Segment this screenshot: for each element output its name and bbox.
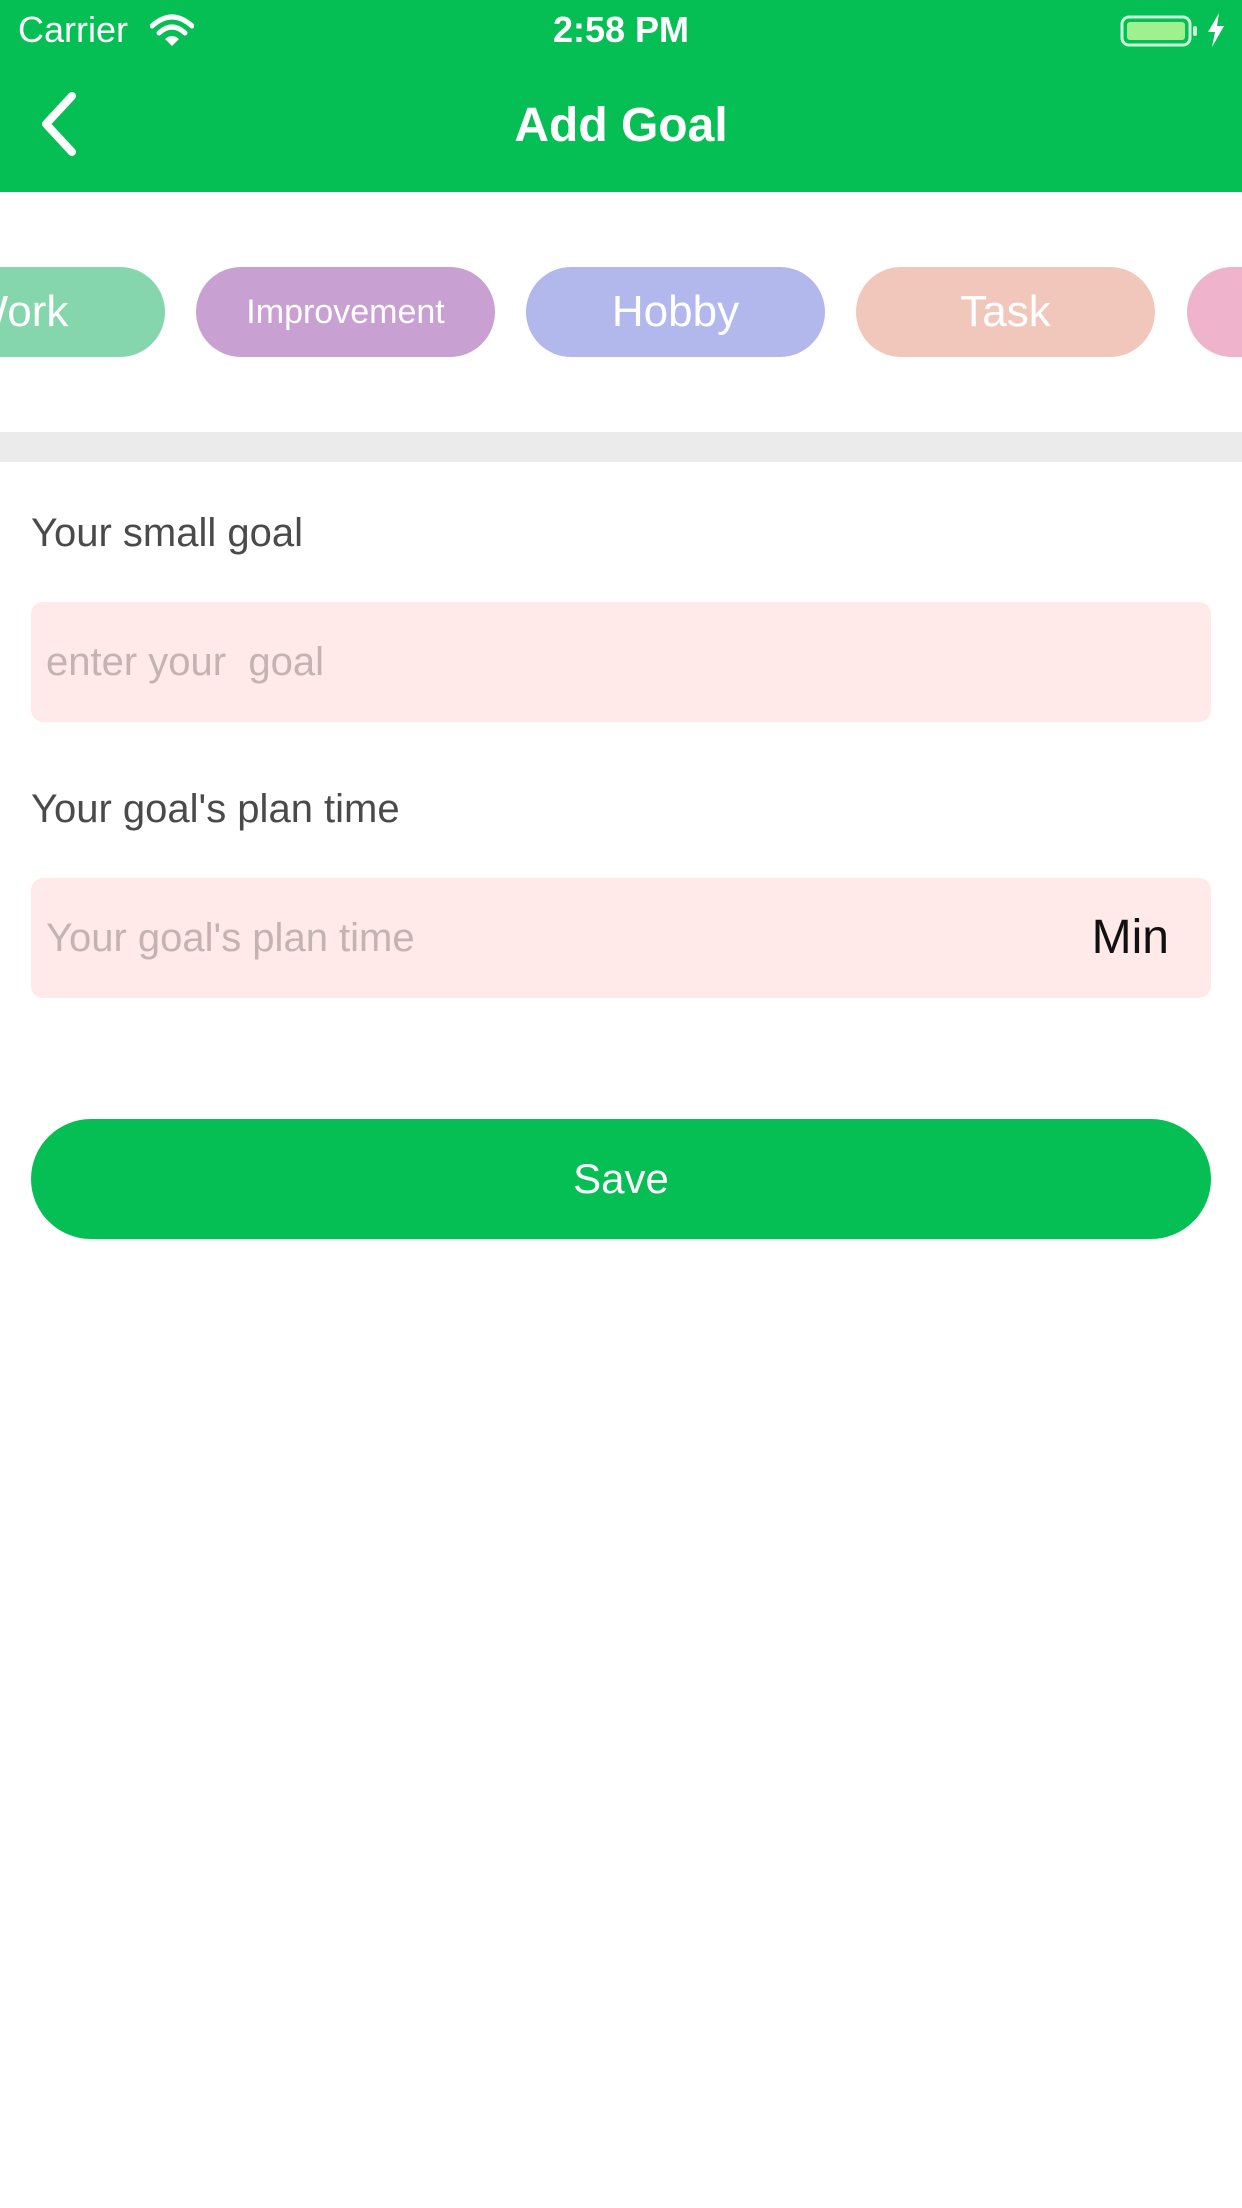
- category-chip-partial[interactable]: [1187, 267, 1242, 357]
- plan-time-label: Your goal's plan time: [31, 787, 400, 831]
- save-button[interactable]: Save: [31, 1119, 1211, 1239]
- category-label: Hobby: [611, 287, 740, 336]
- back-button[interactable]: [20, 86, 96, 162]
- section-divider: [0, 432, 1242, 462]
- category-label: Work: [0, 287, 69, 336]
- category-chip-task[interactable]: Task: [856, 267, 1155, 357]
- category-strip[interactable]: Work Improvement Hobby Task: [0, 192, 1242, 432]
- time-unit-label: Min: [1091, 911, 1169, 964]
- category-chip-improvement[interactable]: Improvement: [196, 267, 495, 357]
- goal-label: Your small goal: [31, 511, 304, 555]
- plan-time-input[interactable]: [46, 878, 1046, 998]
- category-chip-work[interactable]: Work: [0, 267, 165, 357]
- page-title: Add Goal: [514, 99, 728, 152]
- plan-time-input-box: Min: [31, 878, 1211, 998]
- category-chip-hobby[interactable]: Hobby: [526, 267, 825, 357]
- goal-input-box: [31, 602, 1211, 722]
- nav-bar: Add Goal: [0, 64, 1242, 192]
- category-label: Improvement: [246, 292, 445, 331]
- chevron-left-icon: [42, 92, 76, 156]
- category-label: Task: [960, 287, 1051, 336]
- charging-bolt-icon: [1206, 12, 1226, 48]
- header: Carrier 2:58 PM Add Goal: [0, 0, 1242, 192]
- goal-input[interactable]: [46, 602, 1046, 722]
- status-time: 2:58 PM: [552, 9, 690, 50]
- status-bar: Carrier 2:58 PM: [0, 0, 1242, 60]
- battery-icon: [1120, 14, 1200, 48]
